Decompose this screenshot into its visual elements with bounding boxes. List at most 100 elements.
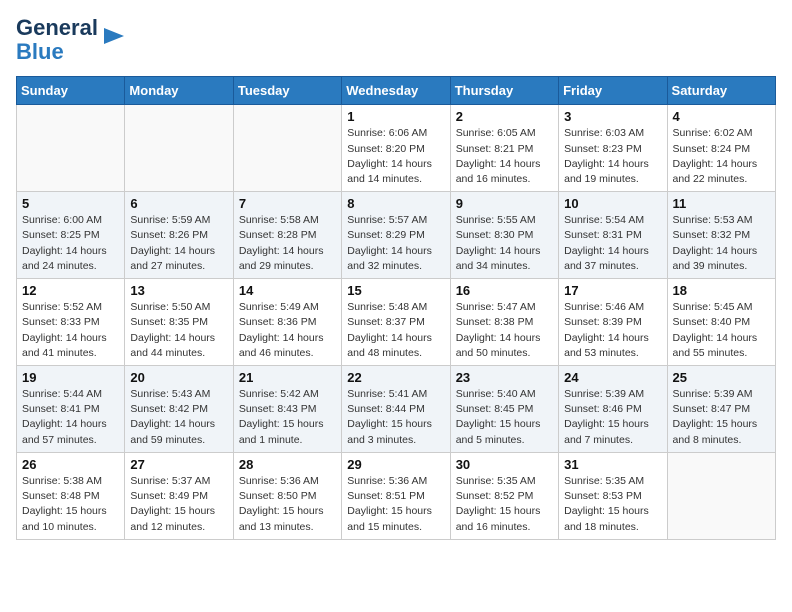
page-header: General Blue bbox=[16, 16, 776, 64]
day-info: Sunrise: 5:54 AM Sunset: 8:31 PM Dayligh… bbox=[564, 213, 661, 274]
calendar-cell bbox=[125, 105, 233, 192]
day-number: 26 bbox=[22, 457, 119, 472]
day-number: 24 bbox=[564, 370, 661, 385]
day-info: Sunrise: 5:38 AM Sunset: 8:48 PM Dayligh… bbox=[22, 474, 119, 535]
day-number: 27 bbox=[130, 457, 227, 472]
day-number: 2 bbox=[456, 109, 553, 124]
calendar-cell: 15 Sunrise: 5:48 AM Sunset: 8:37 PM Dayli… bbox=[342, 279, 450, 366]
day-info: Sunrise: 5:35 AM Sunset: 8:53 PM Dayligh… bbox=[564, 474, 661, 535]
day-info: Sunrise: 6:02 AM Sunset: 8:24 PM Dayligh… bbox=[673, 126, 770, 187]
logo-arrow-icon bbox=[100, 22, 128, 50]
day-number: 22 bbox=[347, 370, 444, 385]
calendar-cell: 4 Sunrise: 6:02 AM Sunset: 8:24 PM Daylig… bbox=[667, 105, 775, 192]
day-info: Sunrise: 6:06 AM Sunset: 8:20 PM Dayligh… bbox=[347, 126, 444, 187]
calendar-cell: 27 Sunrise: 5:37 AM Sunset: 8:49 PM Dayli… bbox=[125, 452, 233, 539]
day-number: 17 bbox=[564, 283, 661, 298]
calendar-cell: 2 Sunrise: 6:05 AM Sunset: 8:21 PM Daylig… bbox=[450, 105, 558, 192]
logo: General Blue bbox=[16, 16, 128, 64]
day-info: Sunrise: 5:55 AM Sunset: 8:30 PM Dayligh… bbox=[456, 213, 553, 274]
day-number: 14 bbox=[239, 283, 336, 298]
day-info: Sunrise: 5:44 AM Sunset: 8:41 PM Dayligh… bbox=[22, 387, 119, 448]
week-row-4: 19Sunrise: 5:44 AM Sunset: 8:41 PM Dayli… bbox=[17, 366, 776, 453]
day-number: 15 bbox=[347, 283, 444, 298]
day-info: Sunrise: 5:36 AM Sunset: 8:51 PM Dayligh… bbox=[347, 474, 444, 535]
calendar-cell: 25Sunrise: 5:39 AM Sunset: 8:47 PM Dayli… bbox=[667, 366, 775, 453]
day-info: Sunrise: 5:39 AM Sunset: 8:46 PM Dayligh… bbox=[564, 387, 661, 448]
day-number: 13 bbox=[130, 283, 227, 298]
day-info: Sunrise: 5:57 AM Sunset: 8:29 PM Dayligh… bbox=[347, 213, 444, 274]
day-number: 5 bbox=[22, 196, 119, 211]
calendar-cell bbox=[17, 105, 125, 192]
calendar-cell bbox=[233, 105, 341, 192]
calendar-cell: 29 Sunrise: 5:36 AM Sunset: 8:51 PM Dayli… bbox=[342, 452, 450, 539]
logo-text: General Blue bbox=[16, 16, 98, 64]
day-number: 6 bbox=[130, 196, 227, 211]
calendar-cell: 11 Sunrise: 5:53 AM Sunset: 8:32 PM Dayli… bbox=[667, 192, 775, 279]
calendar-cell: 10 Sunrise: 5:54 AM Sunset: 8:31 PM Dayli… bbox=[559, 192, 667, 279]
weekday-monday: Monday bbox=[125, 77, 233, 105]
day-info: Sunrise: 6:05 AM Sunset: 8:21 PM Dayligh… bbox=[456, 126, 553, 187]
day-number: 21 bbox=[239, 370, 336, 385]
day-number: 3 bbox=[564, 109, 661, 124]
calendar-cell: 3 Sunrise: 6:03 AM Sunset: 8:23 PM Daylig… bbox=[559, 105, 667, 192]
day-info: Sunrise: 5:37 AM Sunset: 8:49 PM Dayligh… bbox=[130, 474, 227, 535]
calendar-cell: 7 Sunrise: 5:58 AM Sunset: 8:28 PM Daylig… bbox=[233, 192, 341, 279]
day-info: Sunrise: 5:52 AM Sunset: 8:33 PM Dayligh… bbox=[22, 300, 119, 361]
calendar-cell: 24 Sunrise: 5:39 AM Sunset: 8:46 PM Dayli… bbox=[559, 366, 667, 453]
calendar-cell: 31Sunrise: 5:35 AM Sunset: 8:53 PM Dayli… bbox=[559, 452, 667, 539]
day-number: 29 bbox=[347, 457, 444, 472]
weekday-thursday: Thursday bbox=[450, 77, 558, 105]
day-number: 25 bbox=[673, 370, 770, 385]
day-info: Sunrise: 5:45 AM Sunset: 8:40 PM Dayligh… bbox=[673, 300, 770, 361]
week-row-1: 1 Sunrise: 6:06 AM Sunset: 8:20 PM Daylig… bbox=[17, 105, 776, 192]
calendar-cell: 28 Sunrise: 5:36 AM Sunset: 8:50 PM Dayli… bbox=[233, 452, 341, 539]
weekday-sunday: Sunday bbox=[17, 77, 125, 105]
day-info: Sunrise: 5:41 AM Sunset: 8:44 PM Dayligh… bbox=[347, 387, 444, 448]
day-number: 23 bbox=[456, 370, 553, 385]
calendar-cell: 13Sunrise: 5:50 AM Sunset: 8:35 PM Dayli… bbox=[125, 279, 233, 366]
day-number: 16 bbox=[456, 283, 553, 298]
calendar-cell: 14 Sunrise: 5:49 AM Sunset: 8:36 PM Dayli… bbox=[233, 279, 341, 366]
day-info: Sunrise: 5:35 AM Sunset: 8:52 PM Dayligh… bbox=[456, 474, 553, 535]
week-row-5: 26 Sunrise: 5:38 AM Sunset: 8:48 PM Dayli… bbox=[17, 452, 776, 539]
day-number: 28 bbox=[239, 457, 336, 472]
day-number: 7 bbox=[239, 196, 336, 211]
calendar-cell: 19Sunrise: 5:44 AM Sunset: 8:41 PM Dayli… bbox=[17, 366, 125, 453]
day-number: 8 bbox=[347, 196, 444, 211]
calendar-cell: 8 Sunrise: 5:57 AM Sunset: 8:29 PM Daylig… bbox=[342, 192, 450, 279]
weekday-friday: Friday bbox=[559, 77, 667, 105]
calendar-cell: 17Sunrise: 5:46 AM Sunset: 8:39 PM Dayli… bbox=[559, 279, 667, 366]
week-row-3: 12Sunrise: 5:52 AM Sunset: 8:33 PM Dayli… bbox=[17, 279, 776, 366]
day-number: 18 bbox=[673, 283, 770, 298]
day-info: Sunrise: 5:47 AM Sunset: 8:38 PM Dayligh… bbox=[456, 300, 553, 361]
calendar-cell: 23 Sunrise: 5:40 AM Sunset: 8:45 PM Dayli… bbox=[450, 366, 558, 453]
day-info: Sunrise: 6:03 AM Sunset: 8:23 PM Dayligh… bbox=[564, 126, 661, 187]
day-info: Sunrise: 5:43 AM Sunset: 8:42 PM Dayligh… bbox=[130, 387, 227, 448]
calendar-cell: 18 Sunrise: 5:45 AM Sunset: 8:40 PM Dayli… bbox=[667, 279, 775, 366]
calendar-cell: 30Sunrise: 5:35 AM Sunset: 8:52 PM Dayli… bbox=[450, 452, 558, 539]
weekday-header-row: SundayMondayTuesdayWednesdayThursdayFrid… bbox=[17, 77, 776, 105]
calendar-cell bbox=[667, 452, 775, 539]
calendar-cell: 26 Sunrise: 5:38 AM Sunset: 8:48 PM Dayli… bbox=[17, 452, 125, 539]
day-info: Sunrise: 5:49 AM Sunset: 8:36 PM Dayligh… bbox=[239, 300, 336, 361]
calendar-cell: 16 Sunrise: 5:47 AM Sunset: 8:38 PM Dayli… bbox=[450, 279, 558, 366]
day-info: Sunrise: 5:40 AM Sunset: 8:45 PM Dayligh… bbox=[456, 387, 553, 448]
weekday-tuesday: Tuesday bbox=[233, 77, 341, 105]
day-info: Sunrise: 5:59 AM Sunset: 8:26 PM Dayligh… bbox=[130, 213, 227, 274]
calendar-cell: 9 Sunrise: 5:55 AM Sunset: 8:30 PM Daylig… bbox=[450, 192, 558, 279]
day-number: 4 bbox=[673, 109, 770, 124]
calendar-table: SundayMondayTuesdayWednesdayThursdayFrid… bbox=[16, 76, 776, 539]
calendar-cell: 12Sunrise: 5:52 AM Sunset: 8:33 PM Dayli… bbox=[17, 279, 125, 366]
day-number: 10 bbox=[564, 196, 661, 211]
day-number: 1 bbox=[347, 109, 444, 124]
day-info: Sunrise: 5:58 AM Sunset: 8:28 PM Dayligh… bbox=[239, 213, 336, 274]
day-info: Sunrise: 5:53 AM Sunset: 8:32 PM Dayligh… bbox=[673, 213, 770, 274]
week-row-2: 5Sunrise: 6:00 AM Sunset: 8:25 PM Daylig… bbox=[17, 192, 776, 279]
day-number: 9 bbox=[456, 196, 553, 211]
weekday-wednesday: Wednesday bbox=[342, 77, 450, 105]
day-number: 11 bbox=[673, 196, 770, 211]
day-info: Sunrise: 5:48 AM Sunset: 8:37 PM Dayligh… bbox=[347, 300, 444, 361]
weekday-saturday: Saturday bbox=[667, 77, 775, 105]
day-info: Sunrise: 5:36 AM Sunset: 8:50 PM Dayligh… bbox=[239, 474, 336, 535]
calendar-cell: 6 Sunrise: 5:59 AM Sunset: 8:26 PM Daylig… bbox=[125, 192, 233, 279]
